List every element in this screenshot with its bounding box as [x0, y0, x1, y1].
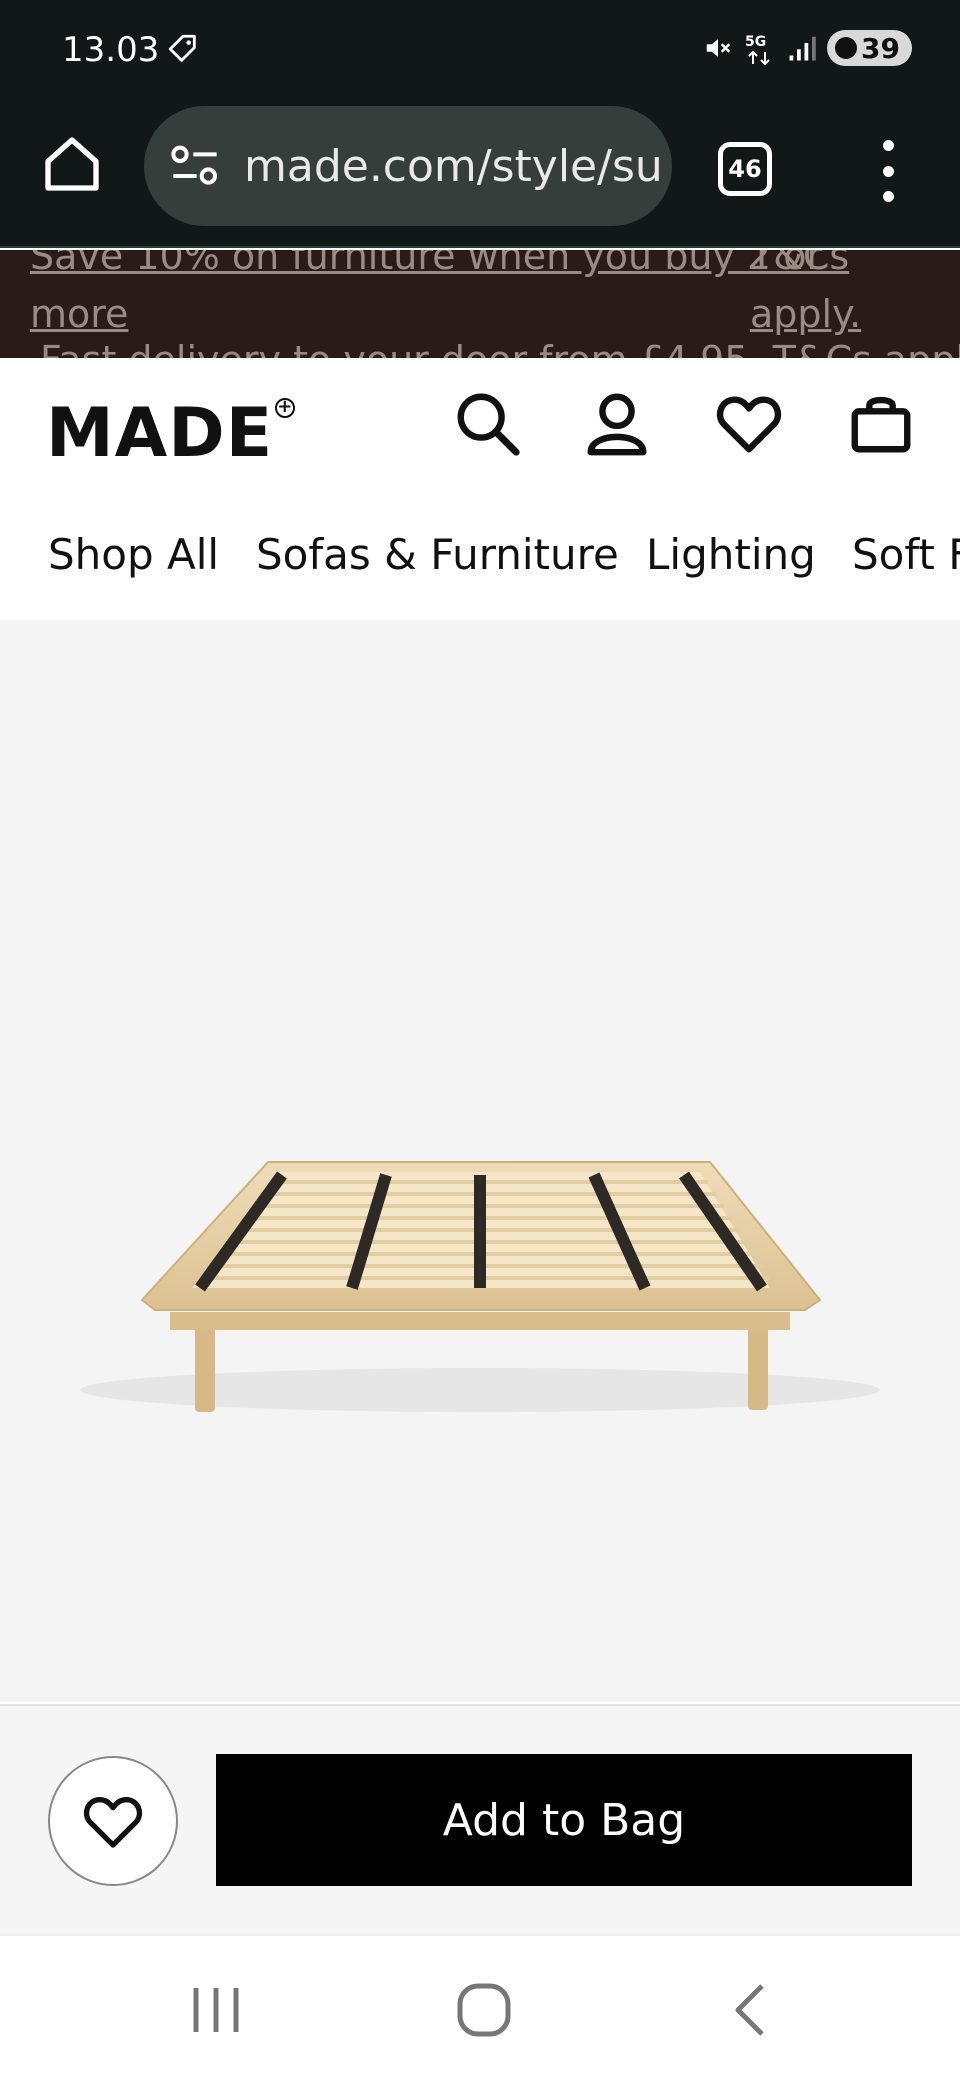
promo-delivery-text: Fast delivery to your door from £4.95. T…: [40, 338, 960, 358]
status-time: 13.03: [62, 30, 160, 70]
system-nav-bar: [0, 1934, 960, 2080]
status-icons: 5G 39: [703, 28, 912, 68]
nav-item-shop-all[interactable]: Shop All: [48, 530, 219, 579]
category-nav: Shop All Sofas & Furniture Lighting Soft…: [0, 488, 960, 620]
search-icon[interactable]: [452, 388, 522, 458]
wishlist-icon[interactable]: [714, 388, 784, 458]
home-icon[interactable]: [40, 132, 104, 196]
5g-icon: 5G: [745, 34, 770, 66]
bag-icon[interactable]: [846, 388, 916, 458]
battery-level: 39: [861, 31, 900, 65]
made-logo[interactable]: MADE +: [46, 394, 296, 473]
product-image[interactable]: [0, 620, 960, 1702]
recents-icon[interactable]: [186, 1982, 246, 2038]
battery-icon: 39: [827, 30, 912, 66]
address-bar[interactable]: made.com/style/su: [144, 106, 672, 226]
nav-item-sofas-furniture[interactable]: Sofas & Furniture: [256, 530, 619, 579]
tag-icon: [168, 34, 196, 62]
status-bar: 13.03 5G 39: [0, 0, 960, 96]
product-image-gallery[interactable]: [0, 620, 960, 1702]
promo-tcs-link[interactable]: T&Cs: [750, 250, 849, 278]
back-icon[interactable]: [722, 1982, 782, 2038]
nav-item-lighting[interactable]: Lighting: [646, 530, 816, 579]
nav-item-soft-furnishings[interactable]: Soft Furnishings: [852, 530, 960, 579]
tab-count: 46: [728, 155, 762, 183]
promo-text-line2: more: [30, 292, 129, 336]
promo-banner[interactable]: Save 10% on furniture when you buy 2 or …: [0, 250, 960, 358]
site-header: MADE +: [0, 358, 960, 488]
tabs-icon[interactable]: 46: [718, 142, 772, 196]
home-icon[interactable]: [454, 1982, 514, 2038]
promo-apply-link[interactable]: apply.: [750, 292, 861, 336]
more-menu-icon[interactable]: [868, 136, 908, 206]
add-to-bag-button[interactable]: Add to Bag: [216, 1754, 912, 1886]
svg-text:5G: 5G: [745, 34, 766, 50]
product-action-bar: Add to Bag: [0, 1704, 960, 1934]
promo-text-line1: Save 10% on furniture when you buy 2 or: [30, 250, 823, 278]
browser-toolbar: made.com/style/su 46: [0, 96, 960, 248]
account-icon[interactable]: [582, 388, 652, 458]
heart-icon: [83, 1797, 143, 1848]
mute-icon: [706, 39, 731, 57]
signal-icon: [789, 36, 816, 61]
add-to-wishlist-button[interactable]: [48, 1756, 178, 1886]
url-text: made.com/style/su: [244, 140, 663, 192]
site-settings-icon[interactable]: [170, 144, 220, 188]
